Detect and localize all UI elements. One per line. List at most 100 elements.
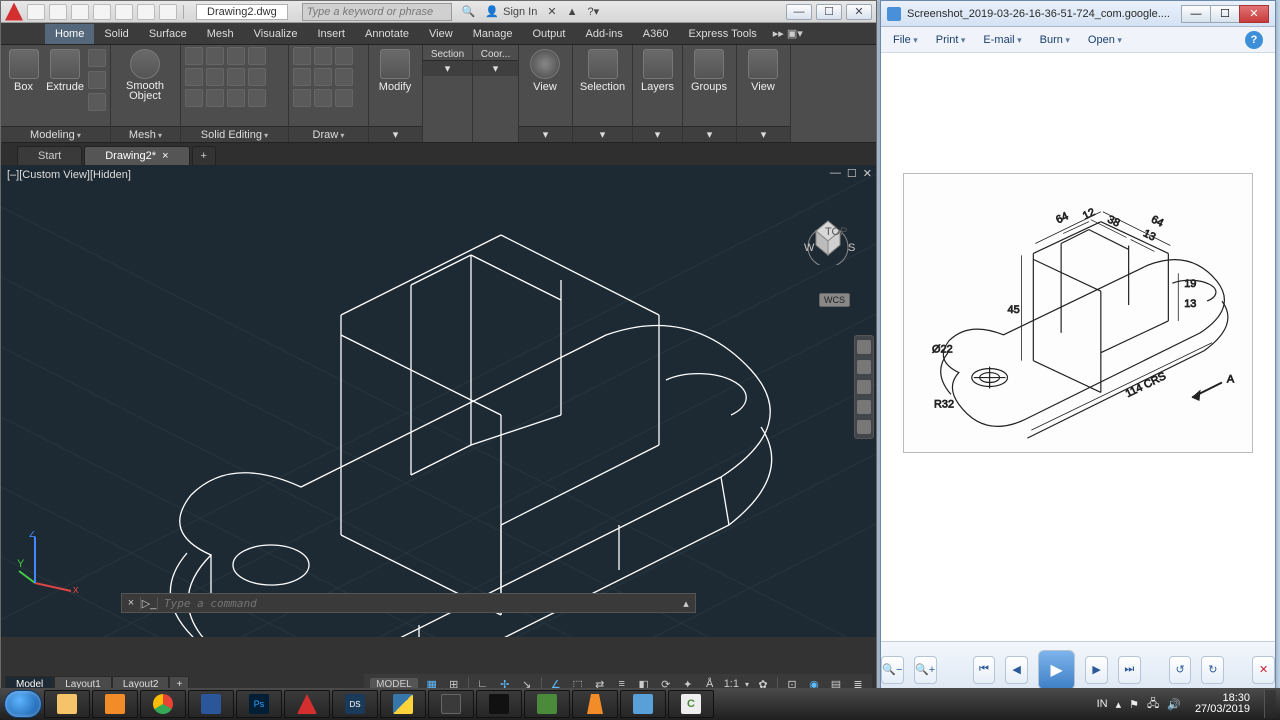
mesh-panel-label[interactable]: Mesh: [129, 129, 162, 141]
nav-showmotion-icon[interactable]: [857, 420, 871, 434]
pv-slideshow-button[interactable]: ▶: [1038, 650, 1075, 690]
pv-maximize-button[interactable]: ☐: [1210, 5, 1240, 23]
pv-rotate-cw-button[interactable]: ↻: [1201, 656, 1224, 684]
tab-a360[interactable]: A360: [633, 24, 679, 44]
taskbar-camtasia[interactable]: [524, 690, 570, 718]
app-logo-icon[interactable]: [5, 3, 23, 21]
pv-menu-burn[interactable]: Burn: [1040, 34, 1070, 46]
pv-menu-print[interactable]: Print: [936, 34, 966, 46]
pv-last-button[interactable]: ⏭: [1118, 656, 1141, 684]
taskbar-explorer[interactable]: [44, 690, 90, 718]
modify-button[interactable]: Modify: [373, 47, 417, 93]
pv-menu-open[interactable]: Open: [1088, 34, 1122, 46]
tab-view[interactable]: View: [419, 24, 463, 44]
taskbar-app9[interactable]: [428, 690, 474, 718]
draw-icon[interactable]: [335, 68, 353, 86]
se-icon[interactable]: [248, 89, 266, 107]
loft-icon[interactable]: [88, 71, 106, 89]
pv-next-button[interactable]: ▶: [1085, 656, 1108, 684]
filetab-drawing[interactable]: Drawing2* ×: [84, 146, 189, 165]
pv-zoomin-button[interactable]: 🔍+: [914, 656, 937, 684]
tab-addins[interactable]: Add-ins: [575, 24, 632, 44]
se-icon[interactable]: [206, 68, 224, 86]
cmd-history-icon[interactable]: ▴: [677, 597, 695, 610]
se-icon[interactable]: [248, 68, 266, 86]
nav-wheel-icon[interactable]: [857, 340, 871, 354]
qat-new-icon[interactable]: [27, 4, 45, 20]
tab-manage[interactable]: Manage: [463, 24, 523, 44]
pv-prev-button[interactable]: ◀: [1005, 656, 1028, 684]
pv-first-button[interactable]: ⏮: [973, 656, 996, 684]
view-expand-icon[interactable]: ▾: [543, 128, 549, 141]
coordinates-label[interactable]: Coor...: [477, 49, 514, 60]
filetab-start[interactable]: Start: [17, 146, 82, 165]
qat-undo-icon[interactable]: [137, 4, 155, 20]
start-button[interactable]: [4, 690, 42, 718]
pv-rotate-ccw-button[interactable]: ↺: [1169, 656, 1192, 684]
taskbar-3ds[interactable]: DS: [332, 690, 378, 718]
sweep-icon[interactable]: [88, 93, 106, 111]
groups-expand-icon[interactable]: ▾: [707, 128, 713, 141]
pv-minimize-button[interactable]: —: [1181, 5, 1211, 23]
tab-insert[interactable]: Insert: [307, 24, 355, 44]
tab-mesh[interactable]: Mesh: [197, 24, 244, 44]
solid-editing-panel-label[interactable]: Solid Editing: [201, 129, 268, 141]
taskbar-autocad[interactable]: [284, 690, 330, 718]
layers-button[interactable]: Layers: [637, 47, 678, 93]
tray-network-icon[interactable]: 🖧: [1147, 695, 1159, 714]
cmd-close-icon[interactable]: ×: [122, 597, 140, 609]
close-button[interactable]: ✕: [846, 4, 872, 20]
revolve-icon[interactable]: [88, 49, 106, 67]
draw-icon[interactable]: [293, 89, 311, 107]
draw-icon[interactable]: [293, 47, 311, 65]
coor-expand-icon[interactable]: ▾: [493, 62, 499, 75]
view2-expand-icon[interactable]: ▾: [761, 128, 767, 141]
draw-icon[interactable]: [293, 68, 311, 86]
draw-icon[interactable]: [314, 89, 332, 107]
tab-home[interactable]: Home: [45, 24, 94, 44]
modify-expand-icon[interactable]: ▾: [393, 128, 399, 141]
infocenter-icon[interactable]: ▲: [567, 6, 578, 18]
signin-button[interactable]: 👤 Sign In: [485, 5, 537, 18]
section-expand-icon[interactable]: ▾: [445, 62, 451, 75]
tray-flag-icon[interactable]: ⚑: [1129, 698, 1139, 711]
taskbar-camtasia2[interactable]: C: [668, 690, 714, 718]
tab-surface[interactable]: Surface: [139, 24, 197, 44]
nav-pan-icon[interactable]: [857, 360, 871, 374]
viewport[interactable]: [–][Custom View][Hidden] — ☐ ✕: [1, 165, 876, 637]
draw-icon[interactable]: [314, 47, 332, 65]
qat-saveas-icon[interactable]: [93, 4, 111, 20]
se-icon[interactable]: [185, 47, 203, 65]
draw-panel-label[interactable]: Draw: [313, 129, 345, 141]
taskbar-chrome[interactable]: [140, 690, 186, 718]
tray-lang[interactable]: IN: [1097, 698, 1108, 710]
se-icon[interactable]: [185, 68, 203, 86]
extrude-button[interactable]: Extrude: [46, 47, 84, 93]
pv-canvas[interactable]: 64 12 38 13 64 45 13 19 Ø22 R32 114 CRS …: [881, 53, 1275, 641]
tab-expresstools[interactable]: Express Tools: [678, 24, 766, 44]
tray-up-icon[interactable]: ▴: [1116, 698, 1122, 711]
pv-menu-email[interactable]: E-mail: [983, 34, 1021, 46]
taskbar-word[interactable]: [188, 690, 234, 718]
tab-solid[interactable]: Solid: [94, 24, 138, 44]
selection-button[interactable]: Selection: [577, 47, 628, 93]
modeling-panel-label[interactable]: Modeling: [30, 129, 81, 141]
se-icon[interactable]: [227, 68, 245, 86]
nav-orbit-icon[interactable]: [857, 400, 871, 414]
taskbar-photoshop[interactable]: Ps: [236, 690, 282, 718]
pv-help-icon[interactable]: ?: [1245, 31, 1263, 49]
search-button[interactable]: 🔍: [462, 5, 476, 18]
selection-expand-icon[interactable]: ▾: [600, 128, 606, 141]
help-icon[interactable]: ?▾: [587, 5, 599, 18]
command-line[interactable]: × ▷_ ▴: [121, 593, 696, 613]
pv-menu-file[interactable]: File: [893, 34, 918, 46]
se-icon[interactable]: [206, 89, 224, 107]
keyword-search[interactable]: Type a keyword or phrase: [302, 3, 452, 21]
draw-icon[interactable]: [335, 89, 353, 107]
show-desktop-button[interactable]: [1264, 690, 1276, 718]
tray-clock[interactable]: 18:30 27/03/2019: [1195, 693, 1250, 715]
taskbar-terminal[interactable]: [476, 690, 522, 718]
pv-zoomout-button[interactable]: 🔍−: [881, 656, 904, 684]
se-icon[interactable]: [248, 47, 266, 65]
tab-annotate[interactable]: Annotate: [355, 24, 419, 44]
